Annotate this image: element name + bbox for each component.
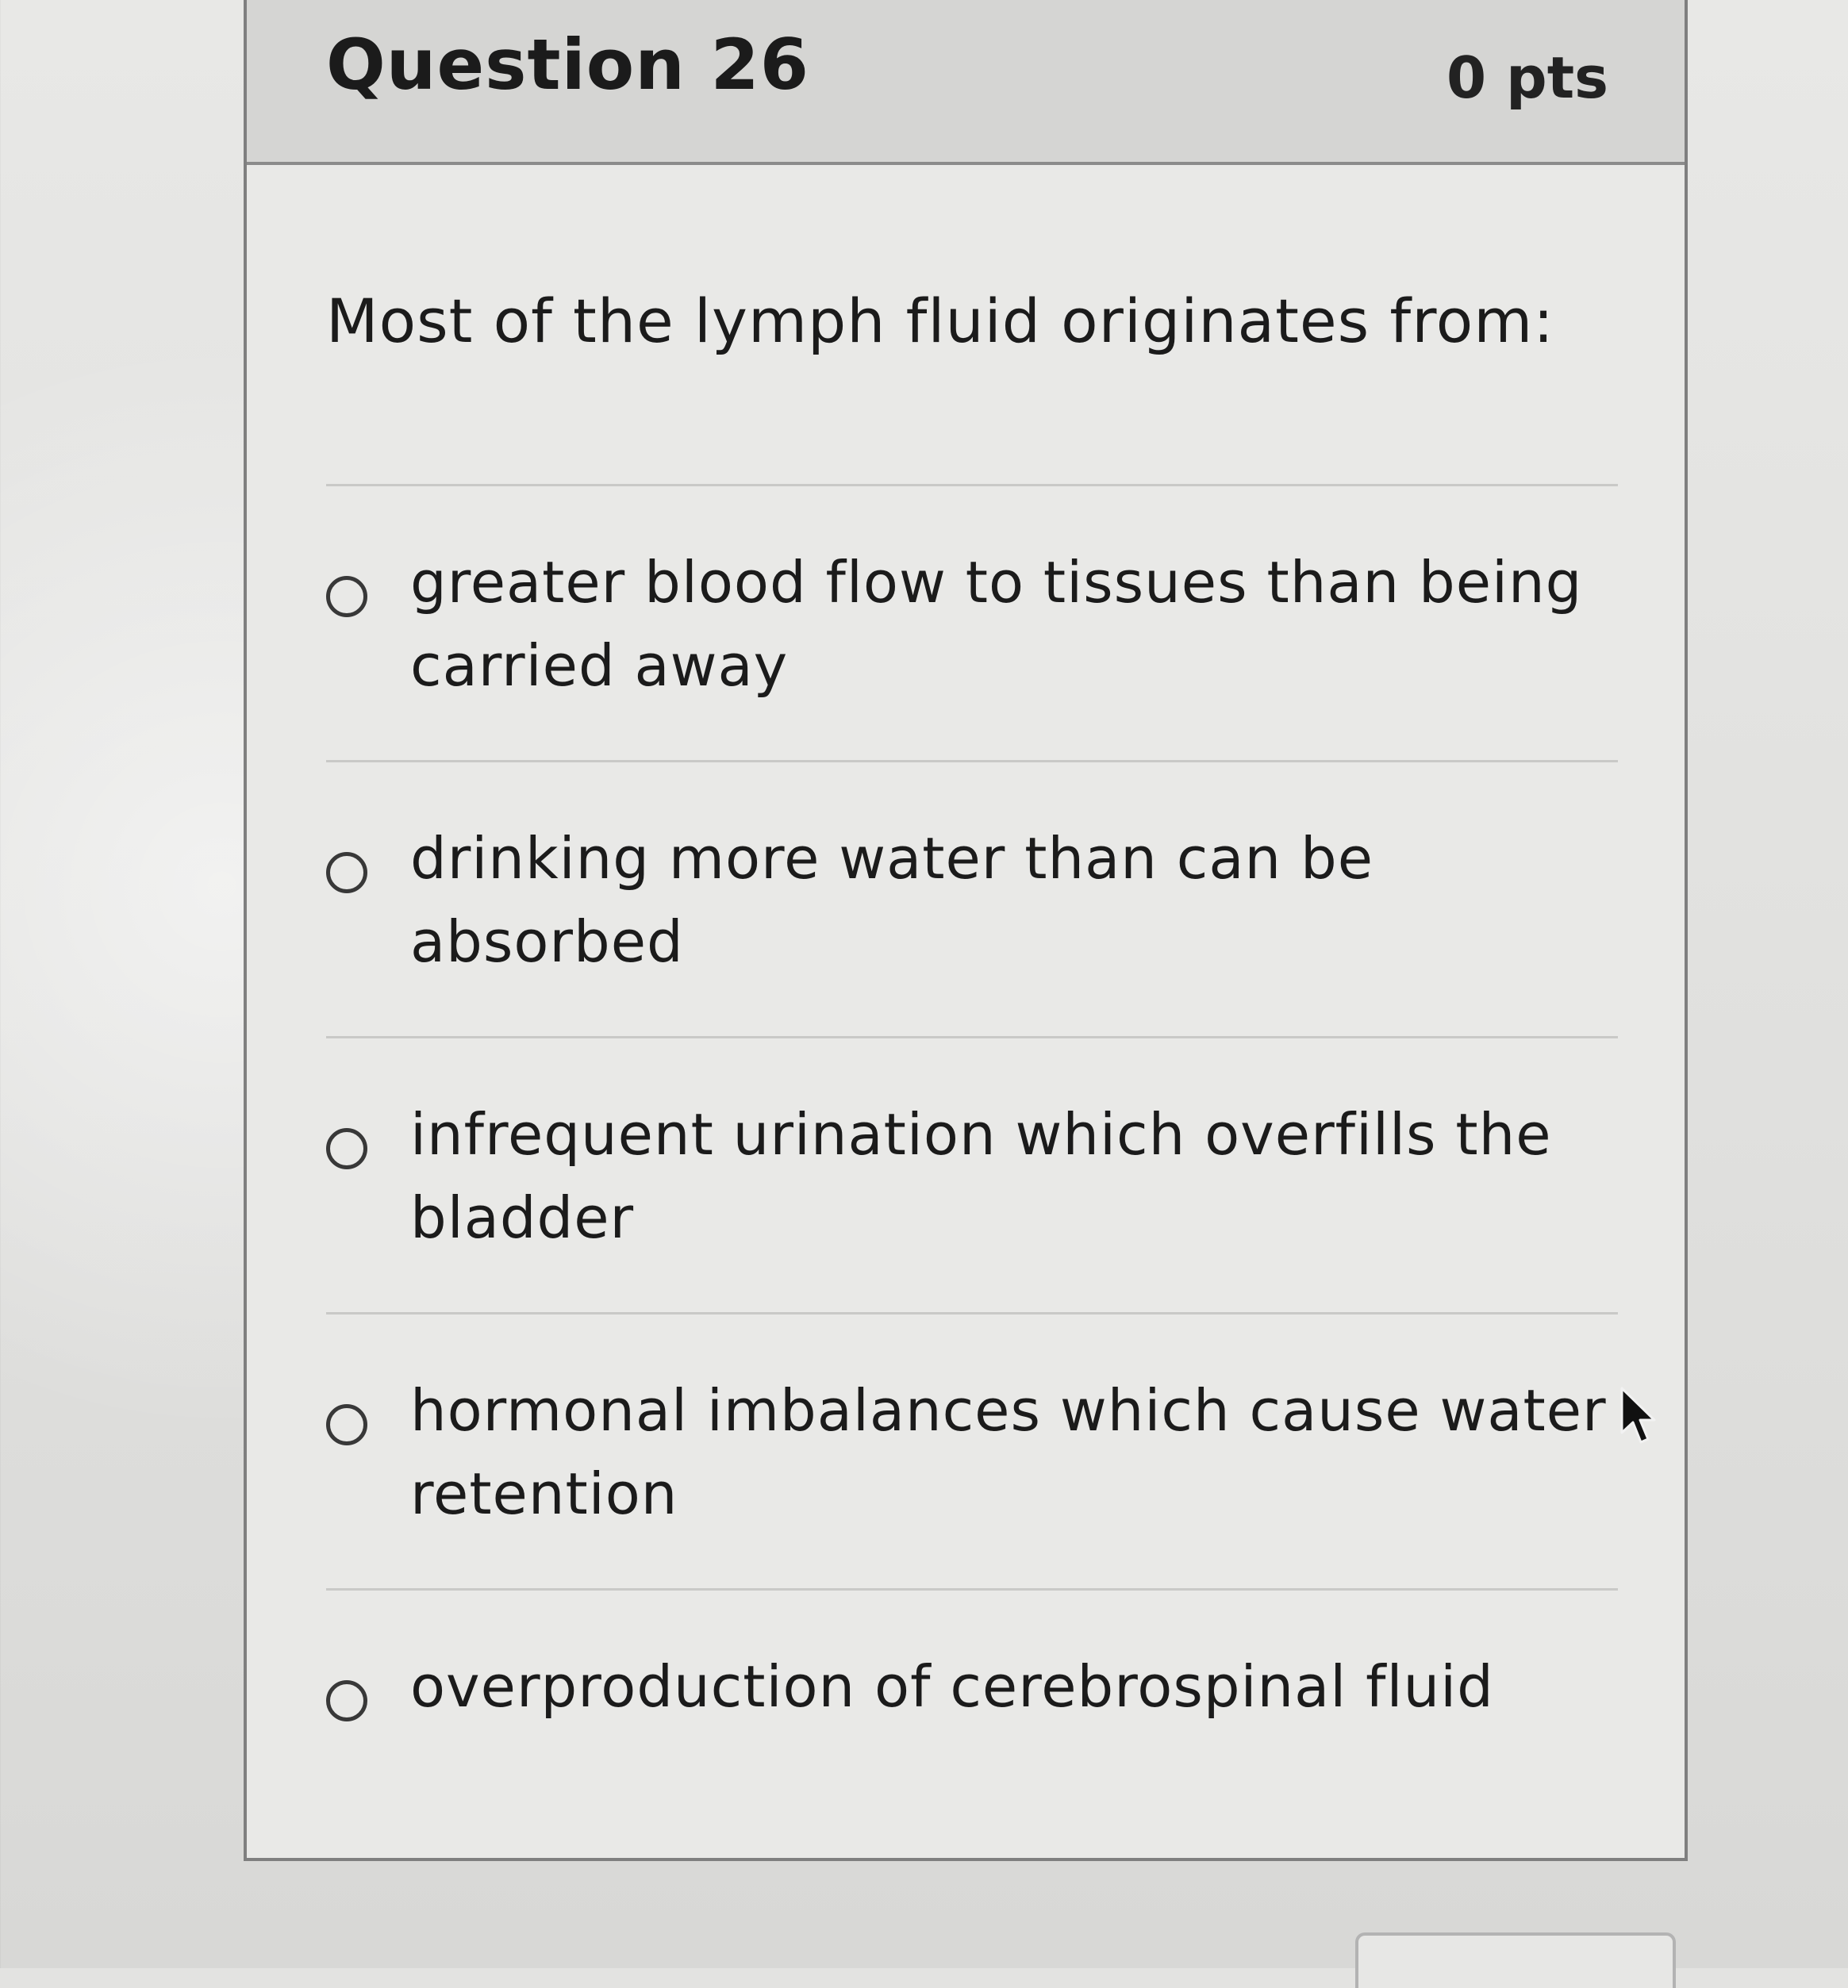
question-body: Most of the lymph fluid originates from:… [247, 165, 1685, 1855]
radio-button-icon[interactable] [326, 852, 367, 893]
question-header: Question 26 0 pts [247, 0, 1685, 165]
answer-divider [326, 484, 1618, 486]
answer-divider [326, 1036, 1618, 1038]
partial-navigation-button[interactable] [1355, 1932, 1676, 1988]
radio-button-icon[interactable] [326, 1404, 367, 1445]
answer-divider [326, 1312, 1618, 1314]
radio-button-icon[interactable] [326, 1680, 367, 1721]
question-title: Question 26 [326, 24, 809, 106]
answer-option-text[interactable]: overproduction of cerebrospinal fluid [410, 1645, 1616, 1729]
answer-option-text[interactable]: hormonal imbalances which cause water re… [410, 1369, 1616, 1536]
answer-divider [326, 760, 1618, 762]
answer-option-text[interactable]: infrequent urination which overfills the… [410, 1093, 1616, 1260]
answer-option-text[interactable]: drinking more water than can be absorbed [410, 817, 1616, 984]
mouse-pointer-icon [1620, 1387, 1656, 1444]
radio-button-icon[interactable] [326, 1128, 367, 1169]
answer-option-text[interactable]: greater blood flow to tissues than being… [410, 541, 1616, 708]
radio-button-icon[interactable] [326, 576, 367, 617]
question-card: Question 26 0 pts Most of the lymph flui… [244, 0, 1688, 1861]
answer-divider [326, 1588, 1618, 1591]
question-prompt: Most of the lymph fluid originates from: [326, 286, 1554, 356]
question-points: 0 pts [1447, 44, 1608, 111]
